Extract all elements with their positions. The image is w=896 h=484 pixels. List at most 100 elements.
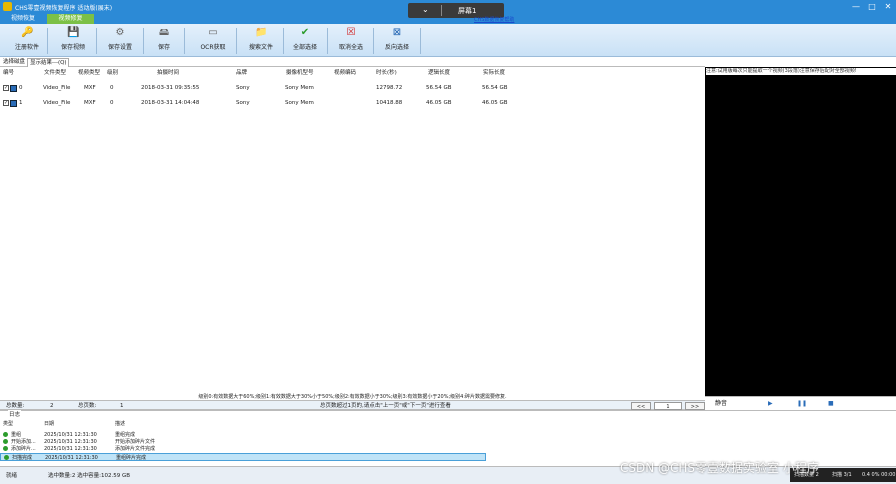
success-icon xyxy=(3,446,8,451)
tab-video-recovery[interactable]: 视频恢复 xyxy=(0,14,46,24)
tab-video-repair[interactable]: 视频修复 xyxy=(47,14,94,24)
cell-level: 0 xyxy=(110,100,114,106)
stop-icon[interactable]: ■ xyxy=(828,397,834,411)
log-header: 类型 日期 描述 xyxy=(0,420,896,428)
divider xyxy=(184,28,185,54)
log-row[interactable]: 添加碎片... 2025/10/31 12:31:30 添加碎片文件完成 xyxy=(0,445,896,453)
search-files-button[interactable]: 📁 搜索文件 xyxy=(244,26,278,54)
drive-icon: 🖴 xyxy=(158,27,170,38)
cell-shoot-time: 2018-03-31 14:04:48 xyxy=(141,100,200,106)
col-header[interactable]: 摄像机型号 xyxy=(286,68,314,78)
next-page-button[interactable]: >> xyxy=(685,402,705,410)
watermark: CSDN @CHS零壹数据实验室 小程序 xyxy=(620,461,819,475)
app-window: CHS零壹视频恢复程序 适动版(展末) — □ ✕ 视频恢复 视频修复 ⌄ 屏幕… xyxy=(0,0,896,484)
cell-logical-size: 46.05 GB xyxy=(426,100,452,106)
save-video-button[interactable]: 💾 保存视频 xyxy=(55,26,91,54)
save-video-label: 保存视频 xyxy=(60,44,85,51)
log-type: 添加碎片... xyxy=(11,446,36,452)
invert-selection-button[interactable]: ⊠ 反向选择 xyxy=(380,26,414,54)
divider xyxy=(283,28,284,54)
prev-page-button[interactable]: << xyxy=(631,402,651,410)
register-button[interactable]: 🔑 注册软件 xyxy=(10,26,44,54)
divider xyxy=(236,28,237,54)
cell-actual-size: 56.54 GB xyxy=(482,85,508,91)
ocr-icon: ▭ xyxy=(208,27,218,38)
cell-video-type: MXF xyxy=(84,100,96,106)
check-icon: ✔ xyxy=(300,27,310,38)
col-header[interactable]: 文件类型 xyxy=(44,68,66,78)
trial-notice: 注意:试用版每次只能提取一个视频(3段落)注意保存后配对全部视频! xyxy=(706,68,896,75)
divider xyxy=(143,28,144,54)
col-header[interactable]: 编号 xyxy=(3,68,14,78)
close-button[interactable]: ✕ xyxy=(880,0,896,13)
key-icon: 🔑 xyxy=(21,27,34,38)
toolbar: 🔑 注册软件 💾 保存视频 ⚙ 保存设置 🖴 保存 ▭ OCR获取 📁 搜索文件 ✔ 全部选择… xyxy=(0,24,896,57)
tab-select-disk[interactable]: 选择磁盘 xyxy=(1,58,27,67)
table-row[interactable]: ✓ 1 Video_File MXF 0 2018-03-31 14:04:48… xyxy=(0,97,705,110)
register-label: 注册软件 xyxy=(14,44,39,51)
table-header: 编号 文件类型 视频类型 级别 拍摄时间 品牌 摄像机型号 视频编码 时长(秒)… xyxy=(0,68,705,78)
col-header[interactable]: 视频类型 xyxy=(78,68,100,78)
cell-actual-size: 46.05 GB xyxy=(482,100,508,106)
success-icon xyxy=(4,455,9,460)
disk-icon: 💾 xyxy=(67,27,80,38)
col-header[interactable]: 品牌 xyxy=(236,68,247,78)
tray-speed: 0.4 0% 00:00 xyxy=(862,472,896,478)
select-all-button[interactable]: ✔ 全部选择 xyxy=(288,26,322,54)
ocr-button[interactable]: ▭ OCR获取 xyxy=(196,26,230,54)
cancel-icon: ☒ xyxy=(346,27,356,38)
selection-summary: 选中数量:2 选中容量:102.59 GB xyxy=(48,473,130,479)
invert-icon: ⊠ xyxy=(392,27,402,38)
chevron-down-icon[interactable]: ⌄ xyxy=(422,5,429,14)
minimize-button[interactable]: — xyxy=(848,0,864,13)
col-header[interactable]: 拍摄时间 xyxy=(157,68,179,78)
deselect-all-button[interactable]: ☒ 取消全选 xyxy=(334,26,368,54)
col-header[interactable]: 视频编码 xyxy=(334,68,356,78)
save-settings-button[interactable]: ⚙ 保存设置 xyxy=(102,26,138,54)
play-icon[interactable]: ▶ xyxy=(768,397,773,411)
help-link[interactable]: CHS数据恢复帮助 xyxy=(474,16,514,23)
cell-id: 0 xyxy=(19,85,23,91)
pause-icon[interactable]: ❚❚ xyxy=(797,397,807,411)
subtab-bar: 选择磁盘 显示结果---(Q) xyxy=(0,57,705,67)
cell-camera-model: Sony Mem xyxy=(285,85,314,91)
success-icon xyxy=(3,439,8,444)
video-file-icon xyxy=(10,85,17,92)
col-header[interactable]: 实际长度 xyxy=(483,68,505,78)
log-date: 2025/10/31 12:31:30 xyxy=(45,455,98,461)
divider xyxy=(96,28,97,54)
table-row[interactable]: ✓ 0 Video_File MXF 0 2018-03-31 09:35:55… xyxy=(0,82,705,95)
col-header[interactable]: 逻辑长度 xyxy=(428,68,450,78)
log-row-selected[interactable]: 扫描完成 2025/10/31 12:31:30 重组碎片完成 xyxy=(0,453,486,461)
pager-bar: 总数量: 2 总页数: 1 总页数超过1页的,请点击"上一页"或"下一页"进行查… xyxy=(0,400,705,410)
cell-duration: 10418.88 xyxy=(376,100,403,106)
cell-brand: Sony xyxy=(236,100,250,106)
screen-label: 屏幕1 xyxy=(458,7,477,15)
tab-show-results[interactable]: 显示结果---(Q) xyxy=(27,58,69,67)
video-preview xyxy=(705,67,896,396)
divider xyxy=(420,28,421,54)
row-checkbox[interactable]: ✓ xyxy=(3,100,9,106)
success-icon xyxy=(3,432,8,437)
cell-brand: Sony xyxy=(236,85,250,91)
row-checkbox[interactable]: ✓ xyxy=(3,85,9,91)
col-header[interactable]: 级别 xyxy=(107,68,118,78)
settings-icon: ⚙ xyxy=(115,27,125,38)
mute-button[interactable]: 静音 xyxy=(715,397,727,411)
divider xyxy=(441,5,442,16)
search-files-label: 搜索文件 xyxy=(248,44,273,51)
col-header[interactable]: 时长(秒) xyxy=(376,68,397,78)
status-ready: 就绪 xyxy=(6,473,18,479)
level-legend: 级别0:有效数据大于60%;级别1:有效数据大于30%小于50%;级别2:有效数… xyxy=(198,394,507,400)
log-desc: 添加碎片文件完成 xyxy=(115,446,156,452)
cell-file-type: Video_File xyxy=(43,85,71,91)
current-page-field[interactable]: 1 xyxy=(654,402,682,410)
cell-file-type: Video_File xyxy=(43,100,71,106)
log-col-date: 日期 xyxy=(44,421,55,427)
save-settings-label: 保存设置 xyxy=(107,44,132,51)
cell-video-type: MXF xyxy=(84,85,96,91)
divider xyxy=(327,28,328,54)
maximize-button[interactable]: □ xyxy=(864,0,880,13)
deselect-all-label: 取消全选 xyxy=(338,44,363,51)
save-button[interactable]: 🖴 保存 xyxy=(150,26,178,54)
